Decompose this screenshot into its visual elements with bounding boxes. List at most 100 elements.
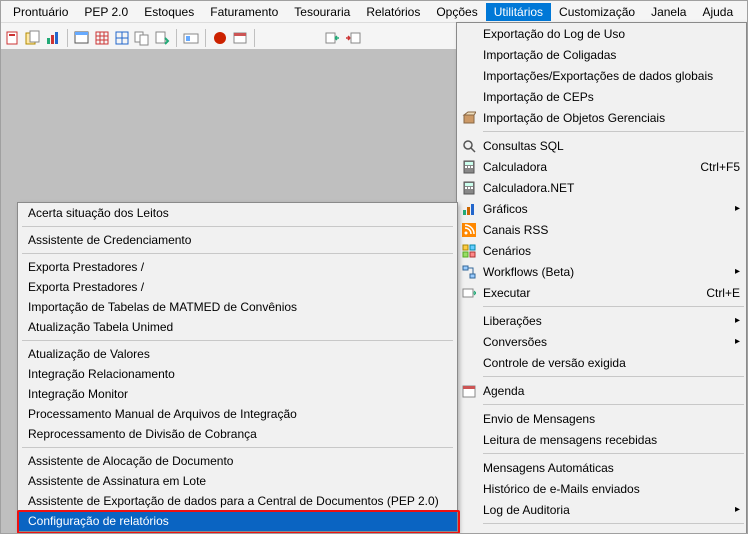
utilitarios-dropdown: Exportação do Log de Uso Importação de Co… (456, 22, 747, 534)
menu-separator (483, 306, 744, 307)
toolbar-icon[interactable] (25, 30, 41, 46)
menu-item-label: Importações/Exportações de dados globais (483, 69, 713, 83)
menu-item[interactable]: ExecutarCtrl+E (457, 282, 746, 303)
menu-item[interactable]: Rotinas▸ (457, 527, 746, 534)
menubar-item[interactable]: Tesouraria (286, 3, 358, 21)
menu-item[interactable]: Agenda (457, 380, 746, 401)
menu-item-label: Rotinas (483, 531, 524, 534)
record-icon[interactable] (212, 30, 228, 46)
menu-item[interactable]: Importação de Coligadas (457, 44, 746, 65)
menu-separator (22, 447, 453, 448)
menu-separator (483, 404, 744, 405)
menubar-item[interactable]: Utilitários (486, 3, 551, 21)
submenu-item[interactable]: Integração Relacionamento (18, 364, 457, 384)
toolbar-separator (205, 29, 206, 47)
menu-item[interactable]: Consultas SQL (457, 135, 746, 156)
submenu-item-label: Importação de Tabelas de MATMED de Convê… (28, 300, 297, 314)
menubar-item[interactable]: Prontuário (5, 3, 76, 21)
menu-item[interactable]: Calculadora.NET (457, 177, 746, 198)
toolbar-separator (176, 29, 177, 47)
menubar-item[interactable]: Customização (551, 3, 643, 21)
submenu-item[interactable]: Exporta Prestadores / (18, 257, 457, 277)
toolbar-icon[interactable] (134, 30, 150, 46)
toolbar-icon[interactable] (154, 30, 170, 46)
scenarios-icon (461, 243, 477, 259)
menubar-item[interactable]: Ajuda (694, 3, 741, 21)
submenu-item[interactable]: Configuração de relatórios (18, 511, 457, 531)
menu-item-label: Liberações (483, 314, 542, 328)
toolbar-separator (254, 29, 255, 47)
menu-item[interactable]: Exportação do Log de Uso (457, 23, 746, 44)
menu-item-label: Canais RSS (483, 223, 548, 237)
menu-item[interactable]: CalculadoraCtrl+F5 (457, 156, 746, 177)
submenu-item[interactable]: Atualização de Valores (18, 344, 457, 364)
toolbar-icon[interactable] (114, 30, 130, 46)
menu-separator (22, 226, 453, 227)
menu-separator (483, 376, 744, 377)
toolbar-icon[interactable] (183, 30, 199, 46)
menu-item[interactable]: Cenários (457, 240, 746, 261)
submenu-item[interactable]: Assistente de Exportação de dados para a… (18, 491, 457, 511)
submenu-item-label: Atualização Tabela Unimed (28, 320, 173, 334)
submenu-item[interactable]: Integração Monitor (18, 384, 457, 404)
menubar-item[interactable]: Relatórios (358, 3, 428, 21)
menu-item[interactable]: Canais RSS (457, 219, 746, 240)
menu-separator (483, 453, 744, 454)
menubar-item[interactable]: Estoques (136, 3, 202, 21)
submenu-item[interactable]: Atualização Tabela Unimed (18, 317, 457, 337)
run-icon (461, 285, 477, 301)
submenu-item[interactable]: Acerta situação dos Leitos (18, 203, 457, 223)
menu-item-label: Importação de Coligadas (483, 48, 616, 62)
menu-item-label: Conversões (483, 335, 547, 349)
menu-item[interactable]: Controle de versão exigida (457, 352, 746, 373)
calc-icon (461, 180, 477, 196)
menu-item[interactable]: Envio de Mensagens (457, 408, 746, 429)
menu-item[interactable]: Importação de CEPs (457, 86, 746, 107)
menu-item[interactable]: Mensagens Automáticas (457, 457, 746, 478)
submenu-arrow-icon: ▸ (735, 315, 740, 326)
toolbar-icon[interactable] (232, 30, 248, 46)
menu-item[interactable]: Leitura de mensagens recebidas (457, 429, 746, 450)
menu-item[interactable]: Log de Auditoria▸ (457, 499, 746, 520)
submenu-item[interactable]: Exporta Prestadores / (18, 277, 457, 297)
menu-item[interactable]: Liberações ▸ (457, 310, 746, 331)
menu-item[interactable]: Histórico de e-Mails enviados (457, 478, 746, 499)
menu-item-label: Importação de Objetos Gerenciais (483, 111, 665, 125)
toolbar-icon[interactable] (74, 30, 90, 46)
toolbar-icon[interactable] (45, 30, 61, 46)
menu-item-label: Exportação do Log de Uso (483, 27, 625, 41)
submenu-item[interactable]: Reprocessamento de Divisão de Cobrança (18, 424, 457, 444)
submenu-item-label: Integração Monitor (28, 387, 128, 401)
menu-item-label: Calculadora.NET (483, 181, 574, 195)
submenu-item-label: Configuração de relatórios (28, 514, 169, 528)
menubar-item[interactable]: PEP 2.0 (76, 3, 136, 21)
menu-shortcut: Ctrl+E (706, 286, 740, 300)
menu-item[interactable]: Importações/Exportações de dados globais (457, 65, 746, 86)
menubar-item[interactable]: Opções (428, 3, 485, 21)
menu-item-label: Workflows (Beta) (483, 265, 574, 279)
menu-item[interactable]: Conversões▸ (457, 331, 746, 352)
submenu-item-label: Exporta Prestadores / (28, 280, 144, 294)
menu-item[interactable]: Workflows (Beta)▸ (457, 261, 746, 282)
toolbar-icon[interactable] (94, 30, 110, 46)
toolbar-icon[interactable] (5, 30, 21, 46)
submenu-item[interactable]: Assistente de Alocação de Documento (18, 451, 457, 471)
submenu-item-label: Assistente de Assinatura em Lote (28, 474, 206, 488)
workflow-icon (461, 264, 477, 280)
menu-item-label: Leitura de mensagens recebidas (483, 433, 657, 447)
menu-item[interactable]: Gráficos▸ (457, 198, 746, 219)
submenu-item-label: Assistente de Credenciamento (28, 233, 191, 247)
menubar-item[interactable]: Janela (643, 3, 694, 21)
import-icon[interactable] (325, 30, 341, 46)
submenu-item[interactable]: Importação de Tabelas de MATMED de Convê… (18, 297, 457, 317)
menu-item-label: Envio de Mensagens (483, 412, 595, 426)
submenu-item[interactable]: Assistente de Credenciamento (18, 230, 457, 250)
menu-item-label: Histórico de e-Mails enviados (483, 482, 640, 496)
submenu-item[interactable]: Assistente de Assinatura em Lote (18, 471, 457, 491)
submenu-item[interactable]: Processamento Manual de Arquivos de Inte… (18, 404, 457, 424)
menubar-item[interactable]: Faturamento (202, 3, 286, 21)
menu-item-label: Log de Auditoria (483, 503, 570, 517)
menu-item[interactable]: Importação de Objetos Gerenciais (457, 107, 746, 128)
export-icon[interactable] (345, 30, 361, 46)
app-window: ProntuárioPEP 2.0EstoquesFaturamentoTeso… (0, 0, 748, 534)
